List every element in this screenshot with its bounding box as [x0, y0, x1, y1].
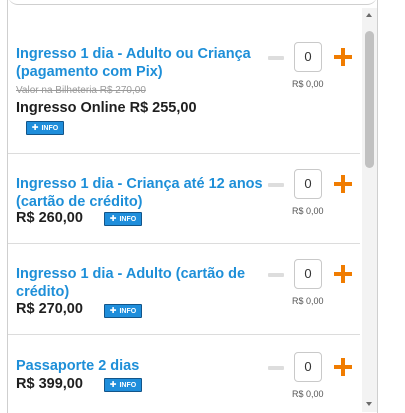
- info-button[interactable]: ✚ INFO: [104, 212, 142, 226]
- quantity-field[interactable]: 0: [294, 259, 322, 289]
- ticket-title: Passaporte 2 dias: [16, 358, 140, 374]
- info-label: INFO: [119, 216, 137, 223]
- ticket-title: Ingresso 1 dia - Adulto ou Criança (paga…: [16, 46, 251, 80]
- ticket-list-panel: Ingresso 1 dia - Adulto ou Criança (paga…: [7, 0, 378, 413]
- ticket-price: R$ 399,00: [16, 376, 83, 392]
- plus-icon: ✚: [109, 380, 117, 389]
- decrease-quantity-button[interactable]: [268, 273, 284, 277]
- quantity-stepper: 0 R$ 0,00: [268, 352, 352, 402]
- ticket-item: Ingresso 1 dia - Adulto ou Criança (paga…: [8, 0, 360, 153]
- ticket-price: R$ 260,00: [16, 210, 83, 226]
- quantity-field[interactable]: 0: [294, 42, 322, 72]
- ticket-box-office-price: Valor na Bilheteria R$ 270,00: [16, 85, 146, 96]
- ticket-item: Passaporte 2 dias R$ 399,00 ✚ INFO 0 R$ 0…: [8, 335, 360, 413]
- quantity-stepper: 0 R$ 0,00: [268, 169, 352, 219]
- vertical-scrollbar[interactable]: [362, 8, 377, 412]
- ticket-item: Ingresso 1 dia - Adulto (cartão de crédi…: [8, 244, 360, 334]
- quantity-stepper: 0 R$ 0,00: [268, 42, 352, 92]
- ticket-subtotal: R$ 0,00: [292, 296, 324, 306]
- decrease-quantity-button[interactable]: [268, 183, 284, 187]
- plus-icon: ✚: [109, 214, 117, 223]
- increase-quantity-button[interactable]: [334, 175, 352, 193]
- quantity-field[interactable]: 0: [294, 352, 322, 382]
- ticket-title: Ingresso 1 dia - Criança até 12 anos (ca…: [16, 176, 263, 210]
- ticket-title: Ingresso 1 dia - Adulto (cartão de crédi…: [16, 266, 246, 300]
- info-button[interactable]: ✚ INFO: [104, 304, 142, 318]
- ticket-subtotal: R$ 0,00: [292, 79, 324, 89]
- scroll-down-arrow-icon[interactable]: [366, 402, 372, 406]
- decrease-quantity-button[interactable]: [268, 366, 284, 370]
- info-button[interactable]: ✚ INFO: [104, 378, 142, 392]
- ticket-price: R$ 270,00: [16, 301, 83, 317]
- increase-quantity-button[interactable]: [334, 358, 352, 376]
- plus-icon: ✚: [109, 306, 117, 315]
- info-label: INFO: [119, 382, 137, 389]
- increase-quantity-button[interactable]: [334, 265, 352, 283]
- decrease-quantity-button[interactable]: [268, 56, 284, 60]
- info-button[interactable]: ✚ INFO: [26, 121, 64, 135]
- quantity-stepper: 0 R$ 0,00: [268, 259, 352, 309]
- ticket-subtotal: R$ 0,00: [292, 389, 324, 399]
- quantity-field[interactable]: 0: [294, 169, 322, 199]
- increase-quantity-button[interactable]: [334, 48, 352, 66]
- scroll-up-arrow-icon[interactable]: [366, 13, 372, 17]
- ticket-subtotal: R$ 0,00: [292, 206, 324, 216]
- ticket-price: Ingresso Online R$ 255,00: [16, 100, 197, 116]
- ticket-item: Ingresso 1 dia - Criança até 12 anos (ca…: [8, 154, 360, 243]
- scrollbar-thumb[interactable]: [365, 31, 374, 168]
- plus-icon: ✚: [31, 123, 39, 132]
- info-label: INFO: [41, 125, 59, 132]
- info-label: INFO: [119, 308, 137, 315]
